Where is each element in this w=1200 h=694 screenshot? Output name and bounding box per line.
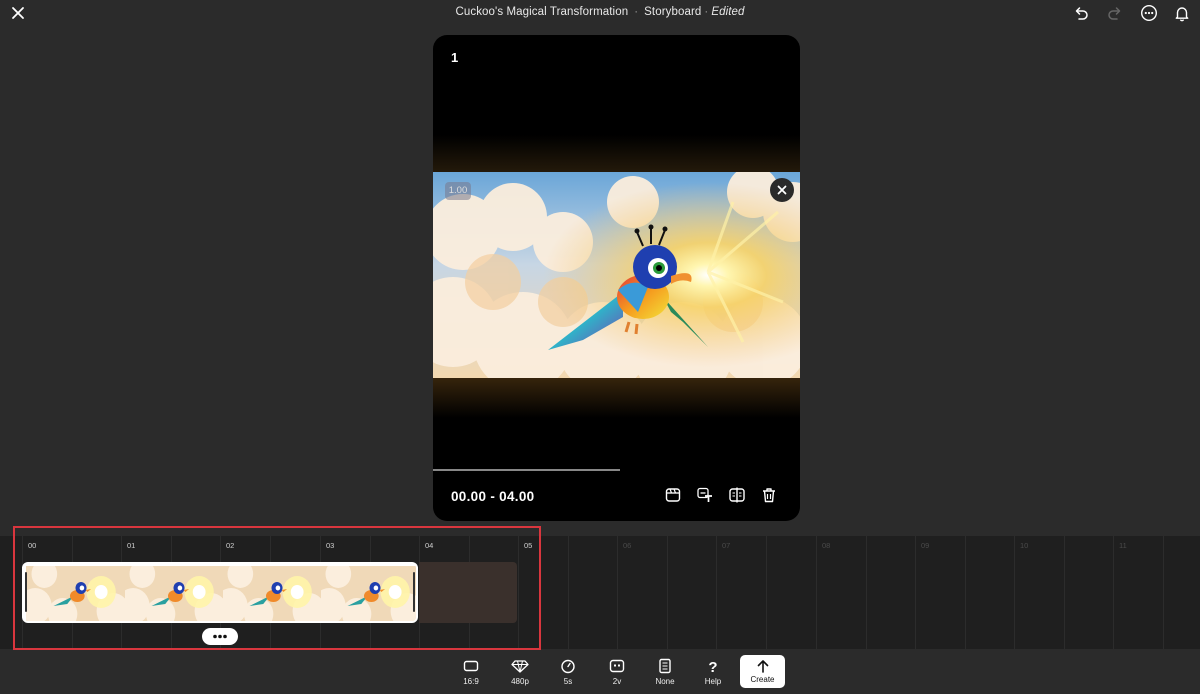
scene-image[interactable]: 1.00 <box>433 172 800 378</box>
quality-button[interactable]: 480p <box>500 656 540 692</box>
quality-label: 480p <box>511 677 529 686</box>
clip-thumbnail <box>312 564 416 621</box>
ruler-tick-line <box>915 536 916 649</box>
duration-button[interactable]: 5s <box>548 656 588 692</box>
ruler-tick-line <box>617 536 618 649</box>
playback-progress[interactable] <box>433 469 620 471</box>
bird-illustration <box>433 172 800 378</box>
clip-thumbnail <box>116 564 228 621</box>
notifications-bell-icon[interactable] <box>1173 4 1191 22</box>
help-question-icon: ? <box>708 659 717 674</box>
create-button[interactable]: Create <box>740 655 785 688</box>
ruler-half-tick-line <box>1064 536 1065 649</box>
video-clip-icon[interactable] <box>664 486 682 504</box>
panel-time-range: 00.00 - 04.00 <box>451 489 535 504</box>
mode-label: Storyboard <box>644 6 702 18</box>
ruler-tick-label: 08 <box>822 541 831 550</box>
aspect-ratio-button[interactable]: 16:9 <box>451 656 491 692</box>
delete-trash-icon[interactable] <box>760 486 778 504</box>
clip-thumbnail <box>214 564 326 621</box>
ruler-tick-label: 04 <box>425 541 434 550</box>
clip-more-button[interactable] <box>202 628 238 645</box>
text-overlay-icon[interactable] <box>696 486 714 504</box>
ruler-half-tick-line <box>965 536 966 649</box>
upload-arrow-icon <box>757 660 768 673</box>
svg-text:?: ? <box>708 659 717 674</box>
video-count-label: 2v <box>612 677 622 686</box>
ruler-half-tick-line <box>866 536 867 649</box>
ruler-tick-label: 07 <box>722 541 731 550</box>
create-label: Create <box>750 675 775 684</box>
document-title: Cuckoo's Magical Transformation · Storyboa… <box>0 6 1200 18</box>
redo-icon[interactable] <box>1106 4 1124 22</box>
project-title: Cuckoo's Magical Transformation <box>455 6 629 18</box>
empty-clip-slot[interactable] <box>419 562 517 623</box>
scale-badge: 1.00 <box>445 182 471 200</box>
clip-thumbnail <box>24 564 130 621</box>
top-glow <box>433 135 800 175</box>
bottom-glow <box>433 378 800 418</box>
ruler-tick-line <box>518 536 519 649</box>
more-options-icon[interactable] <box>1140 4 1158 22</box>
ruler-tick-label: 05 <box>524 541 533 550</box>
ruler-tick-label: 00 <box>28 541 37 550</box>
ruler-tick-label: 11 <box>1119 541 1127 550</box>
title-separator-2: · <box>704 6 709 18</box>
ruler-half-tick-line <box>1163 536 1164 649</box>
duration-clock-icon <box>561 659 575 674</box>
clip-end-handle[interactable] <box>413 572 415 612</box>
bottom-toolbar: 16:9 480p 5s 2v None ? Help Create <box>0 650 1200 694</box>
video-count-icon <box>609 659 625 673</box>
ruler-tick-label: 09 <box>921 541 930 550</box>
help-label: Help <box>704 677 722 686</box>
ruler-tick-line <box>1113 536 1114 649</box>
ruler-half-tick-line <box>568 536 569 649</box>
quality-diamond-icon <box>511 660 529 673</box>
ruler-tick-label: 06 <box>623 541 632 550</box>
ruler-tick-line <box>816 536 817 649</box>
aspect-ratio-label: 16:9 <box>463 677 479 686</box>
edit-status: Edited <box>711 6 745 18</box>
panel-number: 1 <box>451 50 459 65</box>
ruler-tick-label: 10 <box>1020 541 1029 550</box>
remove-image-button[interactable] <box>770 178 794 202</box>
ruler-tick-label: 01 <box>127 541 136 550</box>
ruler-half-tick-line <box>766 536 767 649</box>
close-icon <box>777 185 787 195</box>
ruler-tick-label: 03 <box>326 541 335 550</box>
style-button[interactable]: None <box>645 656 685 692</box>
undo-icon[interactable] <box>1072 4 1090 22</box>
storyboard-panel[interactable]: 1 1.00 00.00 - 04.00 <box>433 35 800 521</box>
ruler-tick-line <box>716 536 717 649</box>
timeline[interactable]: 00 01 02 03 04 05 06 07 08 09 10 11 <box>0 536 1200 649</box>
ruler-tick-label: 02 <box>226 541 235 550</box>
compare-frames-icon[interactable] <box>728 486 746 504</box>
ellipsis-icon <box>213 634 227 639</box>
video-count-button[interactable]: 2v <box>597 656 637 692</box>
style-document-icon <box>659 658 671 674</box>
ruler-half-tick-line <box>667 536 668 649</box>
top-bar: Cuckoo's Magical Transformation · Storyboa… <box>0 0 1200 26</box>
title-separator: · <box>634 6 639 18</box>
help-button[interactable]: ? Help <box>693 656 733 692</box>
duration-label: 5s <box>563 677 573 686</box>
clip-start-handle[interactable] <box>25 572 27 612</box>
ruler-tick-line <box>1014 536 1015 649</box>
aspect-ratio-icon <box>463 660 479 672</box>
clip-strip[interactable] <box>22 562 418 623</box>
style-label: None <box>655 677 675 686</box>
